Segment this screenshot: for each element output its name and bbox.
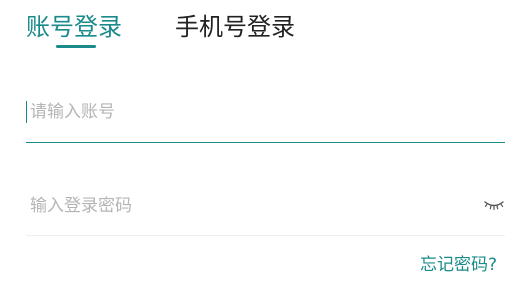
tab-account-login[interactable]: 账号登录	[26, 12, 122, 42]
active-tab-indicator	[56, 45, 96, 48]
password-input[interactable]	[26, 186, 470, 226]
tab-phone-login[interactable]: 手机号登录	[175, 12, 295, 42]
forgot-password-link[interactable]: 忘记密码?	[420, 250, 497, 275]
account-field	[26, 92, 505, 143]
eye-closed-icon[interactable]	[483, 198, 505, 212]
password-field	[26, 186, 505, 236]
login-tabs: 账号登录 手机号登录	[26, 12, 506, 52]
account-input[interactable]	[26, 92, 470, 132]
